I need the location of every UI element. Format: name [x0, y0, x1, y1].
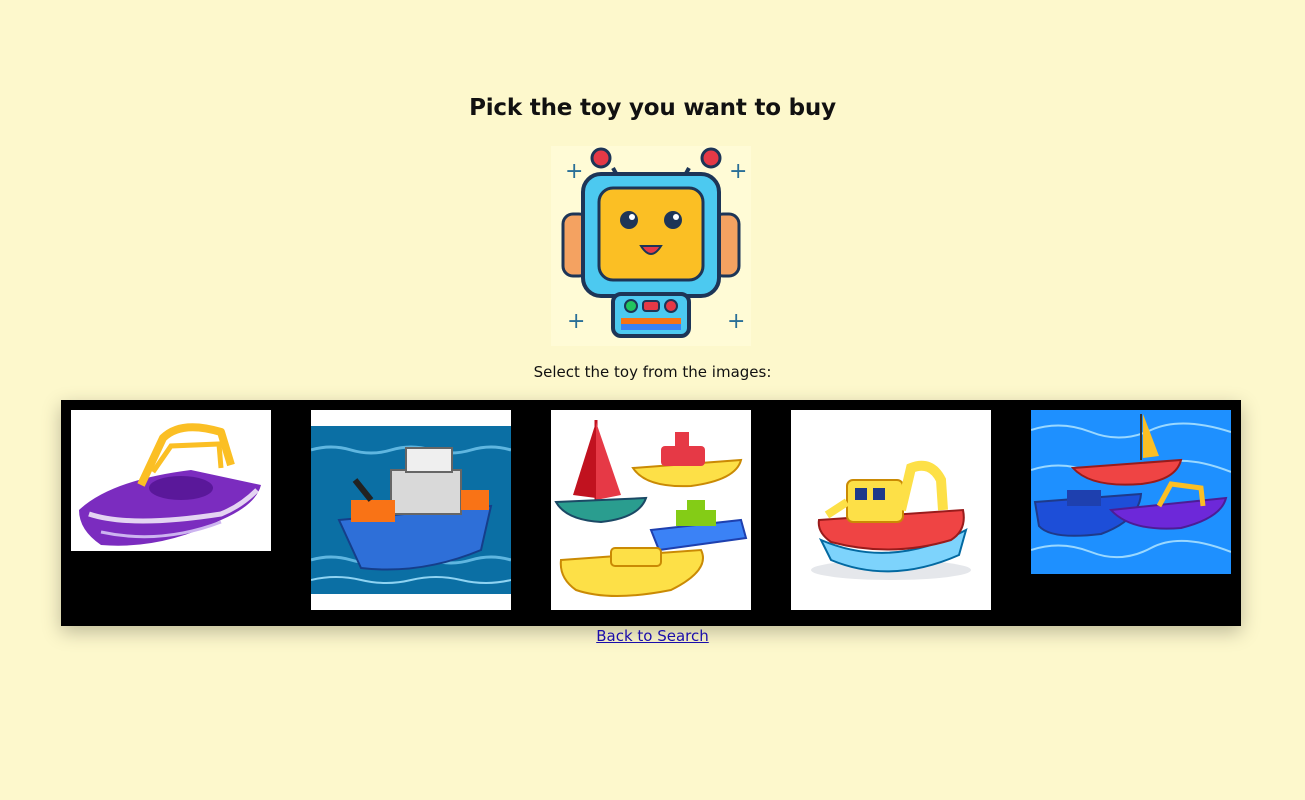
- svg-text:+: +: [729, 159, 747, 184]
- toy-option-3[interactable]: [551, 410, 751, 610]
- svg-text:+: +: [727, 309, 745, 334]
- tugboat-toy-icon: [791, 410, 991, 610]
- boat-set-toy-icon: [551, 410, 751, 610]
- purple-speedboat-toy-icon: [71, 410, 271, 551]
- toy-image-gallery: [61, 400, 1241, 626]
- instruction-text: Select the toy from the images:: [533, 363, 772, 381]
- back-to-search-container: Back to Search: [0, 627, 1305, 645]
- svg-text:+: +: [567, 309, 585, 334]
- toy-option-2[interactable]: [311, 410, 511, 610]
- toy-option-1[interactable]: [71, 410, 271, 551]
- boats-in-pool-toy-icon: [1031, 410, 1231, 574]
- back-to-search-link[interactable]: Back to Search: [596, 627, 709, 645]
- toy-option-5[interactable]: [1031, 410, 1231, 574]
- toy-option-4[interactable]: [791, 410, 991, 610]
- robot-mascot-icon: + + + +: [551, 146, 751, 346]
- svg-text:+: +: [565, 159, 583, 184]
- page-title: Pick the toy you want to buy: [469, 95, 836, 121]
- blue-rescue-ship-toy-icon: [311, 410, 511, 610]
